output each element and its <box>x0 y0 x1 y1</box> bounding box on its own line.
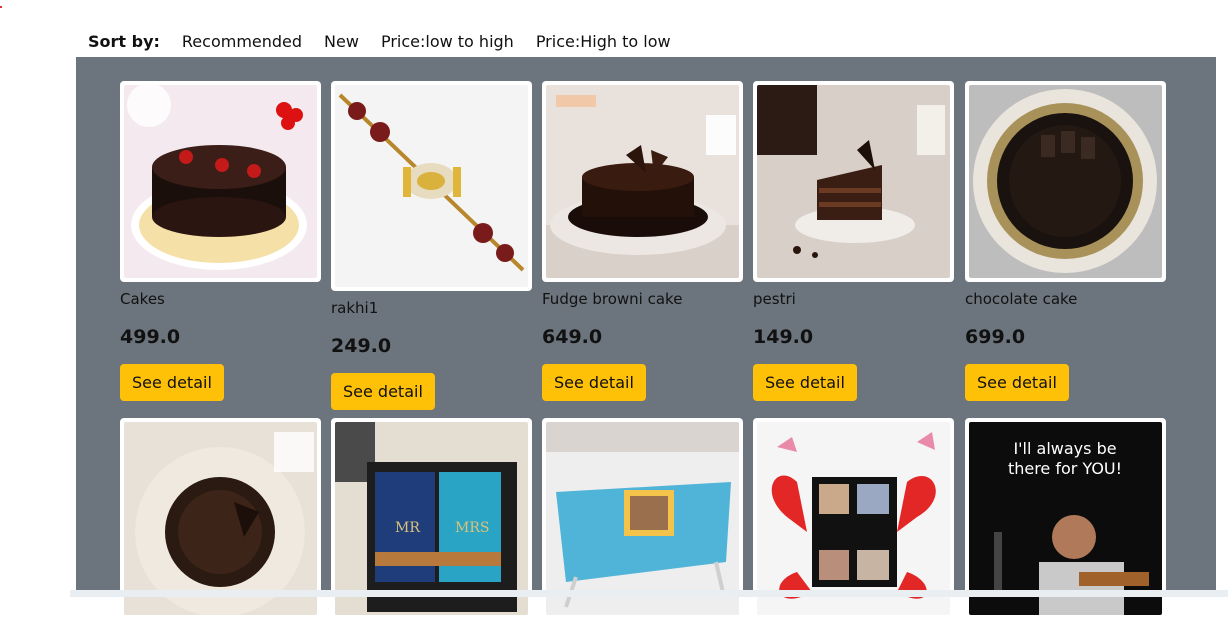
product-price: 249.0 <box>331 335 392 357</box>
svg-text:MRS: MRS <box>455 520 489 536</box>
product-card: I'll always be there for YOU! <box>965 418 1166 619</box>
product-card <box>753 418 954 619</box>
see-detail-button[interactable]: See detail <box>542 364 646 401</box>
svg-text:MR: MR <box>395 520 420 536</box>
sort-price-high-low[interactable]: Price:High to low <box>536 32 671 51</box>
see-detail-button[interactable]: See detail <box>965 364 1069 401</box>
product-image-passport[interactable]: MR MRS <box>331 418 532 619</box>
product-card: Cakes 499.0 See detail <box>120 81 321 401</box>
product-image-rakhi[interactable] <box>331 81 532 291</box>
see-detail-button[interactable]: See detail <box>331 373 435 410</box>
product-image-chocolate-cake[interactable] <box>965 81 1166 282</box>
product-card: rakhi1 249.0 See detail <box>331 81 532 410</box>
product-price: 499.0 <box>120 326 181 348</box>
see-detail-button[interactable]: See detail <box>753 364 857 401</box>
product-name: rakhi1 <box>331 299 379 317</box>
singer-poster-image: I'll always be there for YOU! <box>969 422 1162 615</box>
sort-price-low-high[interactable]: Price:low to high <box>381 32 514 51</box>
cake-plate-image <box>124 422 317 615</box>
product-price: 699.0 <box>965 326 1026 348</box>
product-card <box>120 418 321 619</box>
product-card: chocolate cake 699.0 See detail <box>965 81 1166 401</box>
product-card <box>542 418 743 619</box>
product-name: pestri <box>753 290 796 308</box>
product-image-cake-2[interactable] <box>120 418 321 619</box>
product-image-poster[interactable]: I'll always be there for YOU! <box>965 418 1166 619</box>
passport-covers-image: MR MRS <box>335 422 528 615</box>
product-card: Fudge browni cake 649.0 See detail <box>542 81 743 401</box>
horizontal-scrollbar[interactable] <box>70 590 1228 597</box>
product-card: MR MRS <box>331 418 532 619</box>
product-image-pestri[interactable] <box>753 81 954 282</box>
poster-text-1: I'll always be <box>1013 439 1116 458</box>
product-image-fudge[interactable] <box>542 81 743 282</box>
chocolate-cake-image <box>124 85 317 278</box>
laptop-table-image <box>546 422 739 615</box>
product-name: chocolate cake <box>965 290 1078 308</box>
product-name: Fudge browni cake <box>542 290 683 308</box>
round-cake-image <box>969 85 1162 278</box>
product-image-explosion-box[interactable] <box>753 418 954 619</box>
product-image-laptop-table[interactable] <box>542 418 743 619</box>
explosion-box-image <box>757 422 950 615</box>
product-image-cake[interactable] <box>120 81 321 282</box>
sort-label: Sort by: <box>88 31 160 51</box>
sort-bar: Sort by: Recommended New Price:low to hi… <box>88 30 693 52</box>
corner-mark <box>0 6 2 8</box>
product-grid: Cakes 499.0 See detail rakhi1 249.0 See … <box>76 57 1216 619</box>
product-card: pestri 149.0 See detail <box>753 81 954 401</box>
sort-recommended[interactable]: Recommended <box>182 32 302 51</box>
product-price: 649.0 <box>542 326 603 348</box>
see-detail-button[interactable]: See detail <box>120 364 224 401</box>
product-name: Cakes <box>120 290 165 308</box>
pastry-image <box>757 85 950 278</box>
product-price: 149.0 <box>753 326 814 348</box>
fudge-cake-image <box>546 85 739 278</box>
sort-new[interactable]: New <box>324 32 359 51</box>
rakhi-image <box>335 85 528 287</box>
poster-text-2: there for YOU! <box>1008 459 1122 478</box>
